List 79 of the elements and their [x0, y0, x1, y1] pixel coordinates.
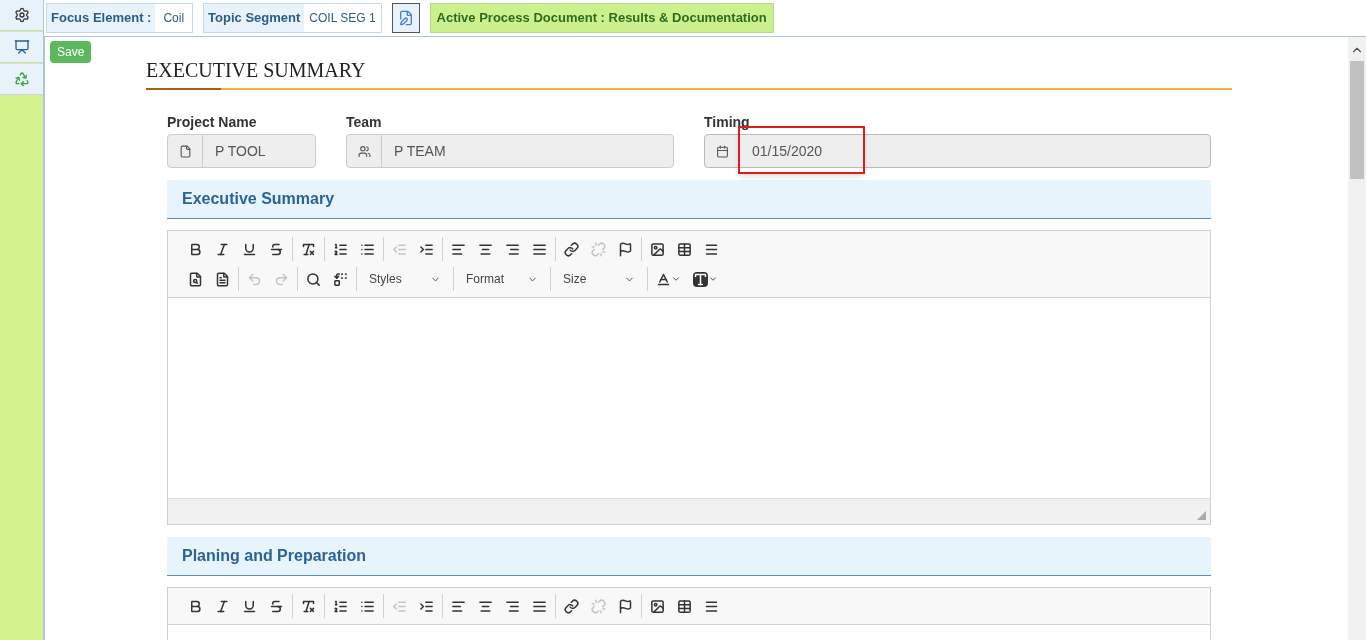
image-icon	[650, 598, 665, 614]
undo-icon	[247, 271, 262, 287]
justify-icon	[532, 598, 547, 614]
link-icon	[564, 241, 579, 257]
file-pen-icon	[397, 10, 414, 26]
caret-icon	[671, 274, 681, 284]
input-field[interactable]: 01/15/2020	[704, 134, 1211, 168]
remove-format-icon	[301, 598, 316, 614]
sidebar-button[interactable]	[0, 32, 43, 63]
field-value: P TOOL	[214, 141, 267, 161]
italic-icon	[215, 241, 230, 257]
active-document-label: Active Process Document : Results & Documentation	[429, 3, 774, 33]
table-icon	[677, 598, 692, 614]
dropdown[interactable]: Format	[458, 267, 546, 291]
section-title: Planing and Preparation	[182, 546, 367, 566]
indent-icon	[419, 241, 434, 257]
lines-icon	[704, 241, 719, 257]
field-label: Focus Element :	[47, 4, 156, 32]
bold-icon	[188, 598, 203, 614]
replace-icon	[333, 271, 348, 287]
outdent-icon	[392, 241, 407, 257]
outdent-icon	[392, 598, 407, 614]
field-label: Project Name	[167, 113, 258, 132]
image-icon	[650, 241, 665, 257]
redo-icon	[274, 271, 289, 287]
dropdown[interactable]: Size	[555, 267, 643, 291]
section-title: Executive Summary	[182, 189, 335, 209]
align-right-icon	[505, 598, 520, 614]
bullet-list-icon	[360, 241, 375, 257]
justify-icon	[532, 241, 547, 257]
underline-icon	[242, 241, 257, 257]
unlink-icon	[591, 598, 606, 614]
field-value: 01/15/2020	[751, 141, 824, 161]
align-right-icon	[505, 241, 520, 257]
align-left-icon	[451, 598, 466, 614]
align-center-icon	[478, 241, 493, 257]
screen-icon	[13, 39, 30, 55]
input-field[interactable]: P TOOL	[167, 134, 316, 168]
align-center-icon	[478, 598, 493, 614]
strikethrough-icon	[269, 241, 284, 257]
document-icon	[215, 271, 230, 287]
indent-icon	[419, 598, 434, 614]
scrollbar-thumb[interactable]	[1350, 61, 1364, 179]
field-label: Team	[346, 113, 383, 132]
italic-icon	[215, 598, 230, 614]
dropdown[interactable]: Styles	[361, 267, 449, 291]
background-color-icon	[693, 271, 708, 287]
link-icon	[564, 598, 579, 614]
resize-grip-icon[interactable]	[1197, 511, 1206, 520]
field-label: Topic Segment	[204, 4, 305, 32]
calendar-icon	[715, 144, 729, 158]
align-left-icon	[451, 241, 466, 257]
recycle-icon	[13, 71, 30, 87]
search-icon	[306, 271, 321, 287]
strikethrough-icon	[269, 598, 284, 614]
flag-icon	[618, 598, 633, 614]
settings-icon	[13, 7, 30, 23]
preview-icon	[188, 271, 203, 287]
unlink-icon	[591, 241, 606, 257]
field-value: P TEAM	[393, 141, 447, 161]
remove-format-icon	[301, 241, 316, 257]
file-icon	[178, 144, 192, 158]
bold-icon	[188, 241, 203, 257]
numbered-list-icon	[333, 598, 348, 614]
field-label: Timing	[704, 113, 751, 132]
scrollbar[interactable]	[1348, 37, 1366, 640]
page-title: EXECUTIVE SUMMARY	[146, 58, 367, 83]
lines-icon	[704, 598, 719, 614]
edit-document-button[interactable]	[391, 3, 420, 33]
text-color-icon	[656, 271, 671, 287]
caret-icon	[708, 274, 718, 284]
sidebar-button[interactable]	[0, 0, 43, 31]
users-icon	[357, 144, 371, 158]
bullet-list-icon	[360, 598, 375, 614]
table-icon	[677, 241, 692, 257]
flag-icon	[618, 241, 633, 257]
numbered-list-icon	[333, 241, 348, 257]
input-field[interactable]: P TEAM	[346, 134, 674, 168]
underline-icon	[242, 598, 257, 614]
